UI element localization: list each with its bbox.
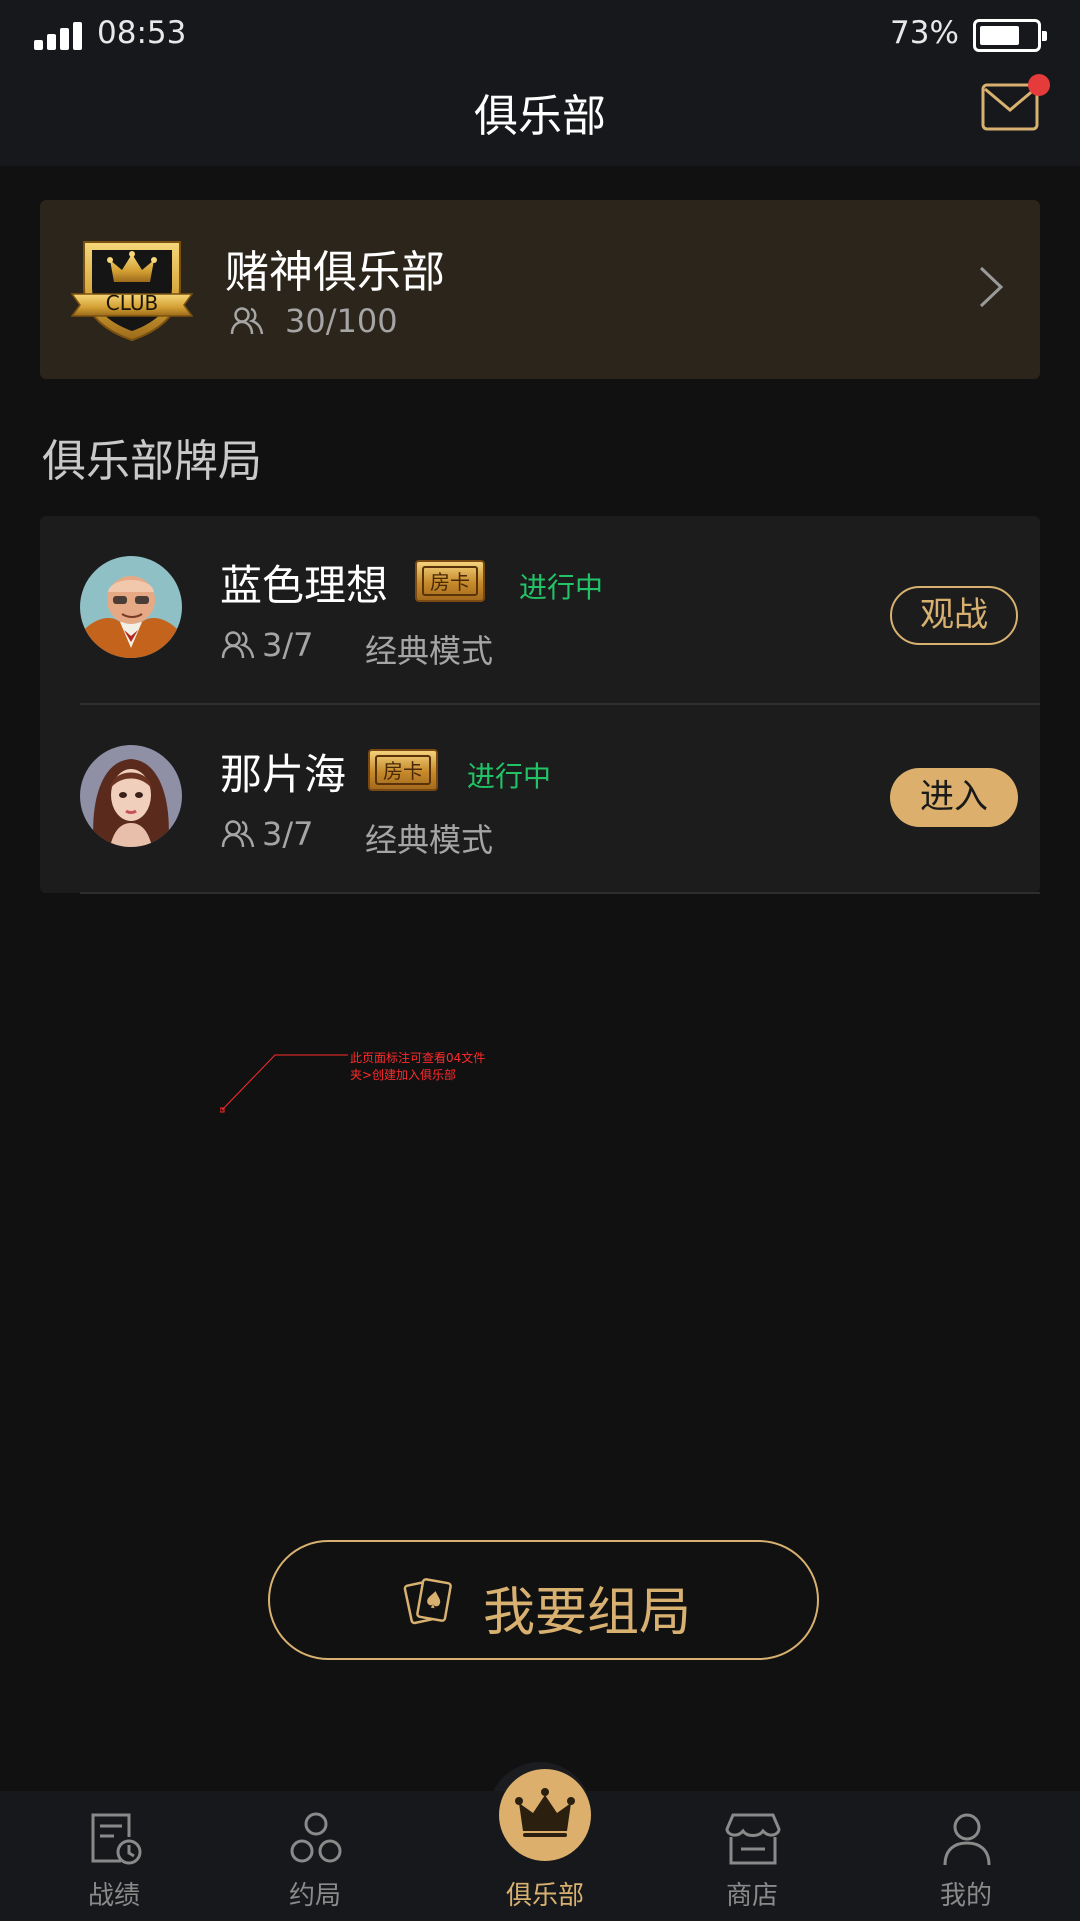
mail-button[interactable] xyxy=(980,74,1050,132)
shop-icon xyxy=(725,1813,781,1865)
status-time: 08:53 xyxy=(97,15,187,51)
list-item[interactable]: 蓝色理想 房卡 进行中 3/7 经典模式 观战 xyxy=(40,516,1040,705)
enter-button[interactable]: 进入 xyxy=(890,768,1018,827)
game-list: 蓝色理想 房卡 进行中 3/7 经典模式 观战 那片海 房卡 进行中 3/7 经… xyxy=(40,516,1040,893)
avatar xyxy=(80,745,182,847)
status-badge: 进行中 xyxy=(467,760,552,793)
players-icon xyxy=(221,820,255,848)
room-card-tag: 房卡 xyxy=(415,560,485,602)
chevron-right-icon xyxy=(979,266,1004,308)
create-game-button[interactable]: 我要组局 xyxy=(268,1540,819,1660)
room-card-tag-label: 房卡 xyxy=(422,566,478,596)
record-icon xyxy=(91,1813,142,1865)
battery-percent: 73% xyxy=(890,15,959,51)
game-mode: 经典模式 xyxy=(365,821,494,859)
room-card-tag: 房卡 xyxy=(368,749,438,791)
tab-group[interactable]: 约局 xyxy=(240,1791,390,1921)
section-title: 俱乐部牌局 xyxy=(42,436,262,487)
list-item[interactable]: 那片海 房卡 进行中 3/7 经典模式 进入 xyxy=(40,705,1040,894)
club-member-count: 30/100 xyxy=(285,302,398,340)
crown-icon xyxy=(515,1788,575,1837)
status-badge: 进行中 xyxy=(519,571,604,604)
unread-dot xyxy=(1028,74,1050,96)
room-name: 蓝色理想 xyxy=(220,561,389,610)
status-bar: 08:53 73% xyxy=(0,0,1080,70)
tab-label: 商店 xyxy=(725,1881,778,1911)
tab-club-button[interactable] xyxy=(499,1769,591,1861)
annotation-note: 此页面标注可查看04文件夹>创建加入俱乐部 xyxy=(350,1051,486,1082)
group-icon xyxy=(290,1812,342,1863)
tab-label: 约局 xyxy=(288,1881,341,1911)
club-badge-icon: CLUB xyxy=(70,238,194,342)
club-card[interactable]: CLUB 赌神俱乐部 30/100 xyxy=(40,200,1040,379)
nav-bar: 俱乐部 xyxy=(0,70,1080,166)
signal-icon xyxy=(34,20,84,50)
players-icon xyxy=(221,631,255,659)
club-name: 赌神俱乐部 xyxy=(225,247,445,298)
battery-icon xyxy=(973,19,1047,52)
tab-record[interactable]: 战绩 xyxy=(39,1791,189,1921)
page-title: 俱乐部 xyxy=(474,91,606,142)
player-count: 3/7 xyxy=(262,626,314,664)
create-game-label: 我要组局 xyxy=(483,1583,692,1643)
club-badge-text: CLUB xyxy=(105,291,159,315)
room-name: 那片海 xyxy=(220,750,347,799)
room-card-tag-label: 房卡 xyxy=(375,755,431,785)
tab-label: 我的 xyxy=(939,1881,992,1911)
tab-shop[interactable]: 商店 xyxy=(677,1791,827,1921)
watch-button[interactable]: 观战 xyxy=(890,586,1018,645)
tab-profile[interactable]: 我的 xyxy=(891,1791,1041,1921)
cards-icon xyxy=(403,1578,452,1625)
divider xyxy=(80,892,1040,894)
profile-icon xyxy=(943,1813,991,1866)
game-mode: 经典模式 xyxy=(365,632,494,670)
player-count: 3/7 xyxy=(262,815,314,853)
tab-label: 俱乐部 xyxy=(505,1881,584,1911)
avatar xyxy=(80,556,182,658)
tab-label: 战绩 xyxy=(87,1881,140,1911)
members-icon xyxy=(230,307,264,335)
